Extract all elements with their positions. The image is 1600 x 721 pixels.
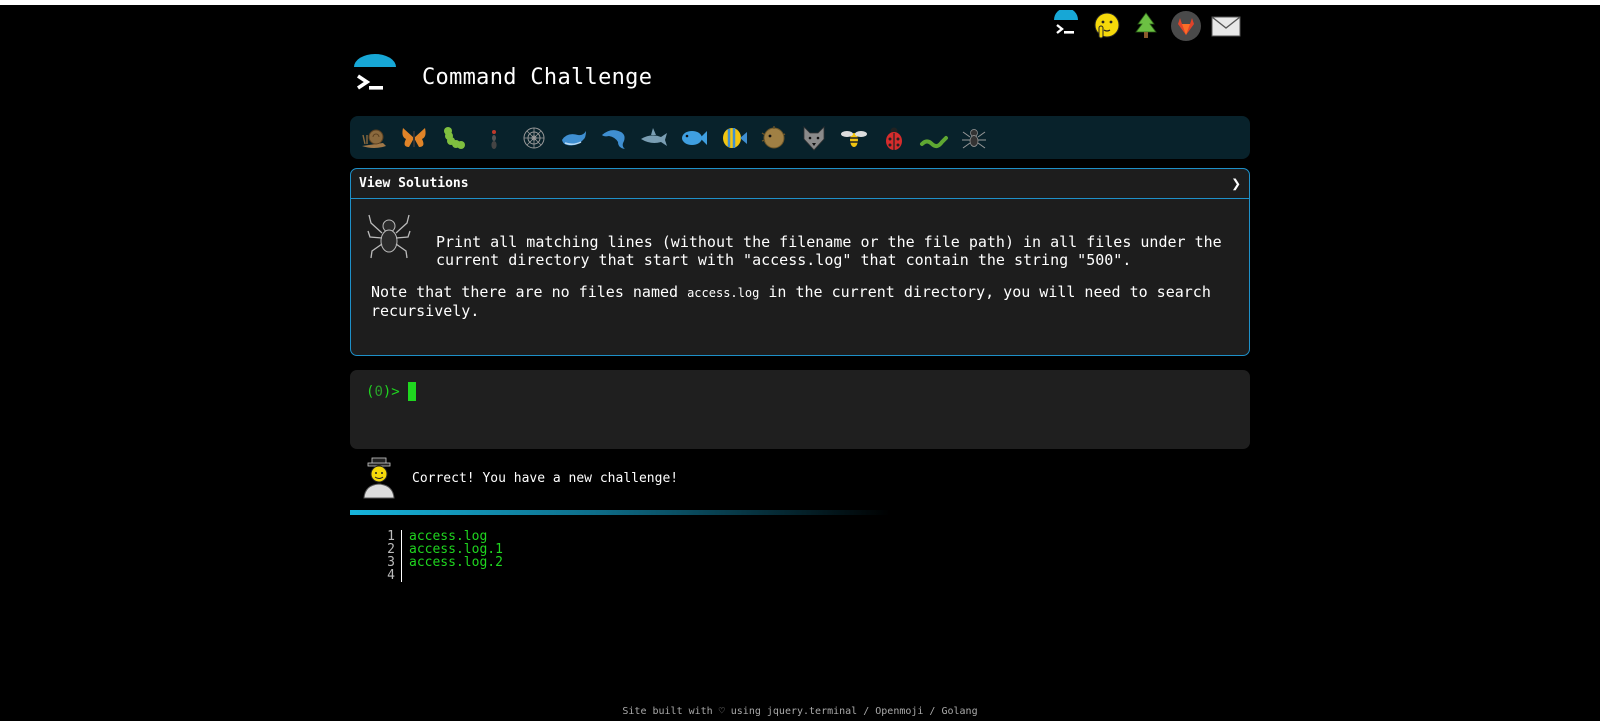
- site-title[interactable]: Command Challenge: [422, 65, 652, 90]
- line-value: [402, 569, 409, 582]
- prompt-open: (: [366, 383, 375, 400]
- spider-web-icon[interactable]: [516, 120, 552, 156]
- note-prefix: Note that there are no files named: [371, 283, 688, 301]
- spider-icon[interactable]: [956, 120, 992, 156]
- footer: Site built with ♡ using jquery.terminal …: [622, 706, 978, 717]
- fish-icon[interactable]: [676, 120, 712, 156]
- terminal-icon[interactable]: [1050, 10, 1082, 42]
- view-solutions-toggle[interactable]: View Solutions ❯: [351, 169, 1249, 199]
- tree-icon[interactable]: [1130, 10, 1162, 42]
- feedback-message: Correct! You have a new challenge!: [350, 457, 910, 499]
- terminal-cursor[interactable]: [407, 382, 416, 401]
- spider-icon: [367, 211, 411, 261]
- butterfly-icon[interactable]: [396, 120, 432, 156]
- prompt-line[interactable]: (0)>: [366, 382, 1234, 401]
- output-line: 4: [370, 569, 503, 582]
- challenge-panel: View Solutions ❯ Print all matching line…: [350, 168, 1250, 356]
- prompt-close: )>: [382, 383, 400, 400]
- level-bar: [350, 116, 1250, 159]
- chevron-right-icon[interactable]: ❯: [1231, 174, 1241, 193]
- prompt-number: 0: [374, 383, 383, 400]
- line-number: 3: [370, 556, 402, 569]
- line-number: 1: [370, 530, 402, 543]
- header: Command Challenge: [350, 53, 1250, 102]
- line-value: access.log.2: [409, 555, 503, 570]
- message-text: Correct! You have a new challenge!: [412, 470, 679, 486]
- shark-icon[interactable]: [636, 120, 672, 156]
- envelope-icon[interactable]: [1210, 10, 1242, 42]
- gitlab-icon[interactable]: [1170, 10, 1202, 42]
- panel-body: Print all matching lines (without the fi…: [351, 199, 1249, 332]
- note-code: access.log: [687, 286, 760, 300]
- challenge-note: Note that there are no files named acces…: [371, 283, 1229, 320]
- dolphin-icon[interactable]: [596, 120, 632, 156]
- blowfish-icon[interactable]: [756, 120, 792, 156]
- panel-title: View Solutions: [359, 176, 469, 191]
- bee-icon[interactable]: [836, 120, 872, 156]
- snail-icon[interactable]: [356, 120, 392, 156]
- worm-icon[interactable]: [916, 120, 952, 156]
- wolf-icon[interactable]: [796, 120, 832, 156]
- ant-icon[interactable]: [476, 120, 512, 156]
- line-number: 2: [370, 543, 402, 556]
- top-nav: [1050, 10, 1242, 42]
- challenge-description: Print all matching lines (without the fi…: [436, 233, 1222, 269]
- divider: [350, 510, 890, 515]
- logo-terminal-icon[interactable]: [350, 53, 400, 102]
- line-number: 4: [370, 569, 402, 582]
- output-listing: 1 access.log 2 access.log.1 3 access.log.2 …: [370, 530, 503, 582]
- top-strip: [0, 0, 1600, 5]
- tropical-fish-icon[interactable]: [716, 120, 752, 156]
- caterpillar-icon[interactable]: [436, 120, 472, 156]
- shushing-face-icon[interactable]: [1090, 10, 1122, 42]
- ladybug-icon[interactable]: [876, 120, 912, 156]
- whale-icon[interactable]: [556, 120, 592, 156]
- terminal[interactable]: (0)>: [350, 370, 1250, 449]
- avatar-icon: [360, 457, 398, 499]
